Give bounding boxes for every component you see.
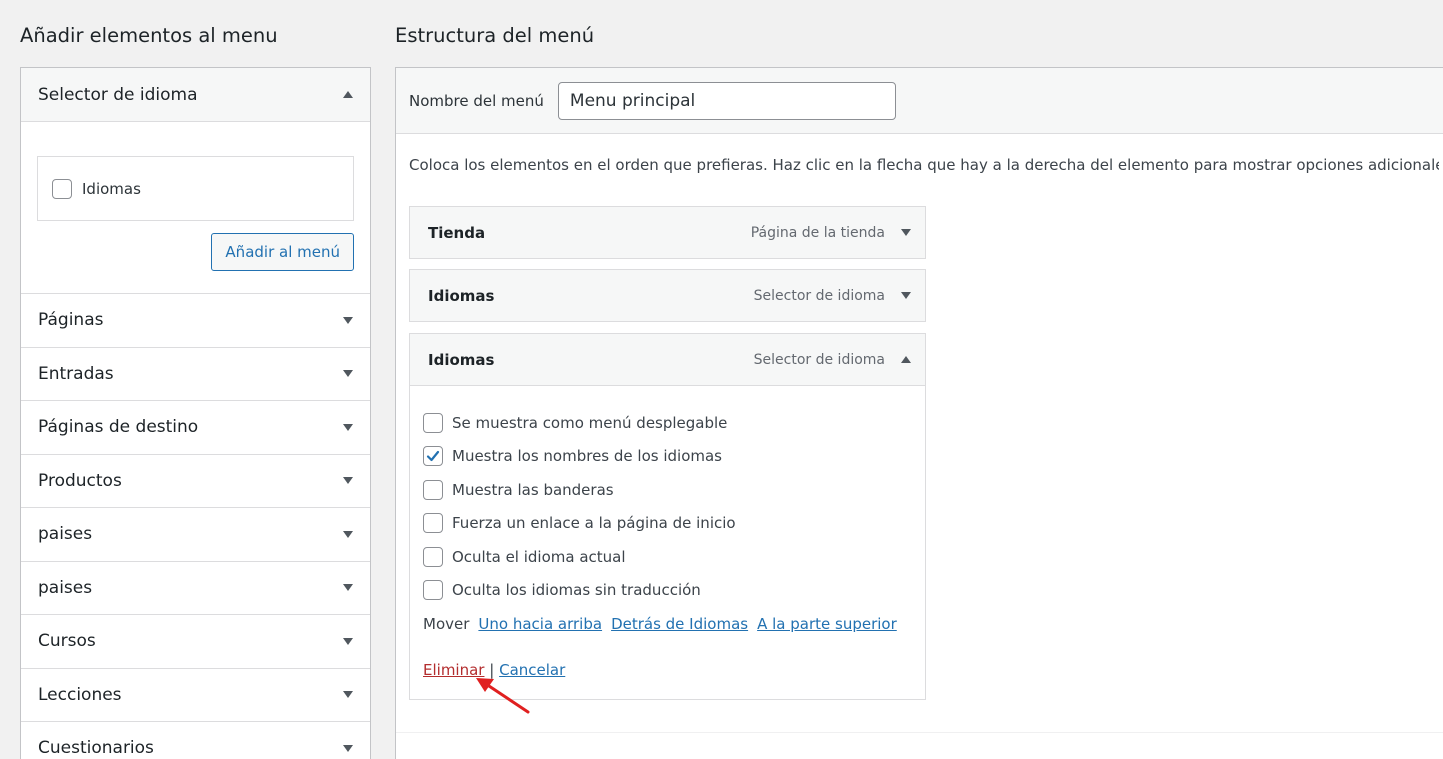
expand-arrow-icon[interactable]: [901, 229, 911, 236]
show-flags-checkbox[interactable]: [423, 479, 443, 500]
expand-arrow-icon: [343, 691, 353, 699]
option-show-names-row: Muestra los nombres de los idiomas: [423, 440, 912, 474]
menu-item-handle[interactable]: Idiomas Selector de idioma: [410, 270, 925, 321]
force-home-link-checkbox[interactable]: [423, 513, 443, 534]
accordion-section-landing-pages[interactable]: Páginas de destino: [21, 401, 370, 455]
option-label: Muestra las banderas: [452, 480, 614, 499]
expand-arrow-icon: [343, 423, 353, 431]
accordion-section-label: paises: [38, 577, 93, 598]
accordion-section-label: paises: [38, 524, 93, 545]
hide-current-checkbox[interactable]: [423, 546, 443, 567]
expand-arrow-icon: [343, 744, 353, 752]
accordion-section-countries[interactable]: paises: [21, 508, 370, 562]
menu-item-title: Idiomas: [428, 350, 495, 369]
option-show-flags-row: Muestra las banderas: [423, 473, 912, 507]
option-hide-untranslated-row: Oculta los idiomas sin traducción: [423, 574, 912, 608]
menu-item-handle[interactable]: Tienda Página de la tienda: [410, 207, 925, 258]
menu-structure-heading: Estructura del menú: [395, 24, 595, 47]
menu-name-label: Nombre del menú: [409, 91, 544, 110]
option-label: Fuerza un enlace a la página de inicio: [452, 514, 736, 533]
move-under-link[interactable]: Detrás de Idiomas: [611, 615, 748, 633]
accordion-section-quizzes[interactable]: Cuestionarios: [21, 722, 370, 759]
option-hide-current-row: Oculta el idioma actual: [423, 540, 912, 574]
accordion-section-posts[interactable]: Entradas: [21, 348, 370, 401]
expand-arrow-icon: [343, 530, 353, 538]
accordion-section-label: Entradas: [38, 363, 114, 384]
menu-item-settings: Se muestra como menú desplegable Muestra…: [410, 385, 925, 699]
menu-name-input[interactable]: [557, 81, 896, 120]
accordion-section-label: Cuestionarios: [38, 738, 154, 759]
option-dropdown-row: Se muestra como menú desplegable: [423, 406, 912, 440]
collapse-arrow-icon: [343, 91, 353, 98]
menu-item-handle[interactable]: Idiomas Selector de idioma: [410, 334, 925, 385]
move-label: Mover: [423, 615, 470, 633]
accordion-section-courses[interactable]: Cursos: [21, 615, 370, 669]
dropdown-checkbox[interactable]: [423, 412, 443, 433]
accordion-section-label: Productos: [38, 470, 122, 491]
checkmark-icon: [426, 451, 440, 462]
menu-name-bar: Nombre del menú: [396, 68, 1443, 134]
menu-item-languages-expanded: Idiomas Selector de idioma Se muestra co…: [409, 333, 926, 700]
move-up-one-link[interactable]: Uno hacia arriba: [478, 615, 602, 633]
menu-instructions: Coloca los elementos en el orden que pre…: [409, 156, 1439, 174]
languages-checkbox[interactable]: [52, 178, 72, 199]
accordion-title: Selector de idioma: [38, 84, 198, 105]
annotation-arrow-icon: [476, 678, 530, 714]
show-names-checkbox[interactable]: [423, 446, 443, 467]
menu-item-title: Idiomas: [428, 286, 495, 305]
hide-untranslated-checkbox[interactable]: [423, 580, 443, 601]
accordion-section-label: Lecciones: [38, 684, 122, 705]
menu-item-title: Tienda: [428, 223, 486, 242]
option-label: Oculta el idioma actual: [452, 547, 626, 566]
menu-item-type: Página de la tienda: [750, 224, 885, 241]
expand-arrow-icon: [343, 477, 353, 485]
option-label: Oculta los idiomas sin traducción: [452, 581, 701, 600]
expand-arrow-icon: [343, 370, 353, 378]
option-label: Muestra los nombres de los idiomas: [452, 447, 722, 466]
option-force-home-row: Fuerza un enlace a la página de inicio: [423, 507, 912, 541]
collapse-arrow-icon[interactable]: [901, 356, 911, 363]
accordion-section-pages[interactable]: Páginas: [21, 294, 370, 348]
accordion-section-label: Páginas: [38, 310, 104, 331]
language-option-box: Idiomas: [37, 156, 354, 221]
add-items-accordion: Selector de idioma Idiomas Añadir al men…: [20, 67, 371, 759]
expand-arrow-icon: [343, 637, 353, 645]
languages-checkbox-label: Idiomas: [82, 179, 141, 198]
add-items-heading: Añadir elementos al menu: [20, 24, 278, 47]
expand-arrow-icon: [343, 316, 353, 324]
accordion-language-switcher-header[interactable]: Selector de idioma: [21, 68, 370, 122]
menu-item-languages: Idiomas Selector de idioma: [409, 269, 926, 322]
option-label: Se muestra como menú desplegable: [452, 413, 728, 432]
accordion-section-products[interactable]: Productos: [21, 455, 370, 508]
panel-divider: [396, 732, 1443, 733]
expand-arrow-icon[interactable]: [901, 292, 911, 299]
menu-editor-page: Añadir elementos al menu Selector de idi…: [0, 0, 1443, 759]
accordion-section-lessons[interactable]: Lecciones: [21, 669, 370, 722]
expand-arrow-icon: [343, 584, 353, 592]
accordion-section-label: Páginas de destino: [38, 417, 199, 438]
menu-item-type: Selector de idioma: [753, 287, 885, 304]
add-to-menu-button[interactable]: Añadir al menú: [211, 233, 354, 271]
accordion-section-label: Cursos: [38, 631, 96, 652]
menu-structure-panel: Nombre del menú Coloca los elementos en …: [395, 67, 1443, 759]
move-row: Mover Uno hacia arriba Detrás de Idiomas…: [423, 615, 912, 633]
menu-item-shop: Tienda Página de la tienda: [409, 206, 926, 259]
language-switcher-panel: Idiomas Añadir al menú: [21, 122, 370, 294]
menu-item-type: Selector de idioma: [753, 351, 885, 368]
accordion-section-countries-2[interactable]: paises: [21, 562, 370, 615]
move-to-top-link[interactable]: A la parte superior: [757, 615, 897, 633]
